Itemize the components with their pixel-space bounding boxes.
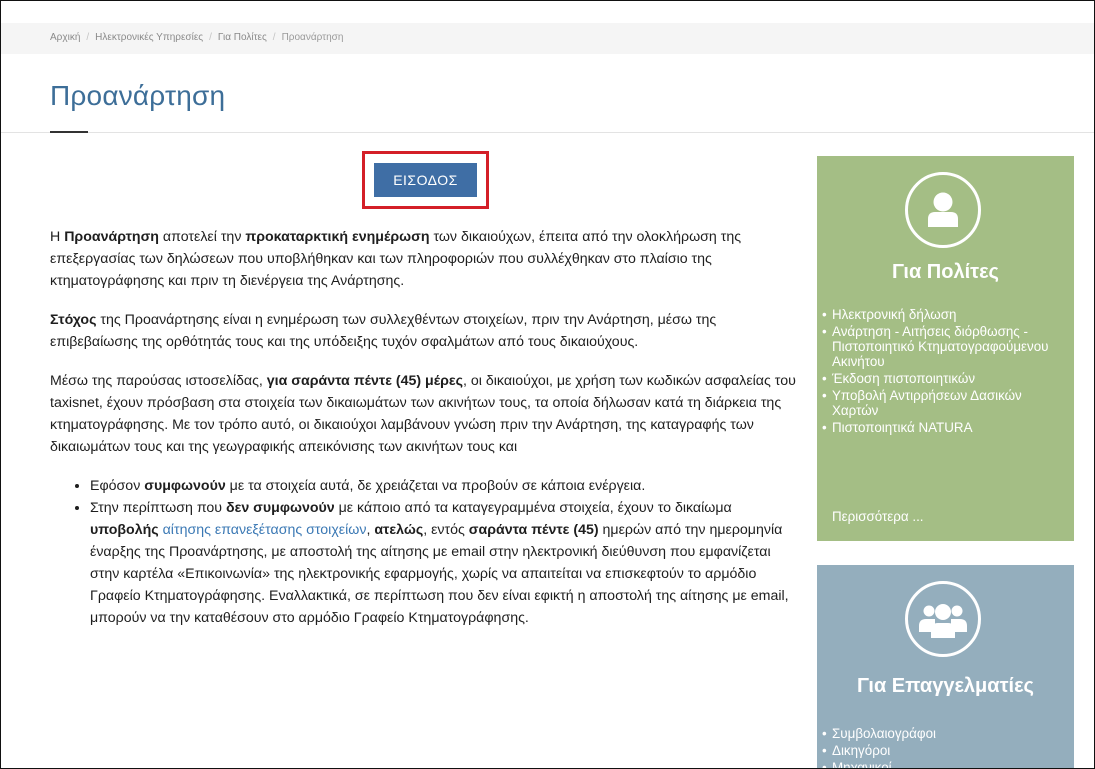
text: , εντός: [423, 522, 469, 538]
title-divider: [1, 132, 1094, 133]
bold-text: συμφωνούν: [144, 478, 226, 494]
citizens-link[interactable]: • Υποβολή Αντιρρήσεων Δασικών Χαρτών: [817, 388, 1067, 418]
link-label[interactable]: Συμβολαιογράφοι: [832, 726, 936, 741]
citizens-links: • Ηλεκτρονική δήλωση • Ανάρτηση - Αιτήσεις…: [817, 307, 1067, 437]
professionals-card-title[interactable]: Για Επαγγελματίες: [817, 675, 1074, 698]
bold-text: σαράντα πέντε (45): [468, 522, 599, 538]
review-request-link[interactable]: αίτησης επανεξέτασης στοιχείων: [163, 522, 367, 538]
bold-text: υποβολής: [90, 522, 159, 538]
citizens-card-title[interactable]: Για Πολίτες: [817, 261, 1074, 284]
breadcrumb-separator: /: [272, 32, 276, 43]
bold-text: Στόχος: [50, 312, 97, 328]
text: της Προανάρτησης είναι η ενημέρωση των σ…: [50, 312, 717, 350]
users-group-icon: [905, 581, 981, 657]
professionals-link[interactable]: • Συμβολαιογράφοι: [817, 726, 1067, 741]
citizens-more-link[interactable]: Περισσότερα ...: [832, 509, 924, 524]
link-label[interactable]: Μηχανικοί: [832, 760, 892, 768]
professionals-card: Για Επαγγελματίες • Συμβολαιογράφοι • Δικη…: [817, 565, 1074, 768]
link-label[interactable]: Υποβολή Αντιρρήσεων Δασικών Χαρτών: [832, 388, 1022, 418]
link-label[interactable]: Ηλεκτρονική δήλωση: [832, 307, 956, 322]
citizens-link[interactable]: • Έκδοση πιστοποιητικών: [817, 371, 1067, 386]
user-icon: [905, 172, 981, 248]
list-item: Εφόσον συμφωνούν με τα στοιχεία αυτά, δε…: [90, 475, 802, 497]
text: με τα στοιχεία αυτά, δε χρειάζεται να πρ…: [225, 478, 646, 494]
title-underline-accent: [50, 131, 88, 133]
login-highlight-frame: ΕΙΣΟΔΟΣ: [362, 151, 489, 209]
breadcrumb-separator: /: [86, 32, 90, 43]
citizens-link[interactable]: • Πιστοποιητικά NATURA: [817, 420, 1067, 435]
breadcrumb-current: Προανάρτηση: [281, 32, 344, 43]
citizens-link[interactable]: • Ηλεκτρονική δήλωση: [817, 307, 1067, 322]
link-label[interactable]: Ανάρτηση - Αιτήσεις διόρθωσης - Πιστοποι…: [832, 324, 1048, 369]
breadcrumb: Αρχική / Ηλεκτρονικές Υπηρεσίες / Για Πολίτε…: [50, 32, 343, 43]
bold-text: Προανάρτηση: [64, 229, 159, 245]
goal-paragraph: Στόχος της Προανάρτησης είναι η ενημέρωσ…: [50, 309, 802, 353]
bold-text: δεν συμφωνούν: [226, 500, 335, 516]
main-content: Η Προανάρτηση αποτελεί την προκαταρκτική…: [50, 226, 802, 629]
professionals-links: • Συμβολαιογράφοι • Δικηγόροι • Μηχανικοί: [817, 726, 1067, 768]
citizens-link[interactable]: • Ανάρτηση - Αιτήσεις διόρθωσης - Πιστοπο…: [817, 324, 1067, 369]
link-label[interactable]: Πιστοποιητικά NATURA: [832, 420, 973, 435]
conditions-list: Εφόσον συμφωνούν με τα στοιχεία αυτά, δε…: [50, 475, 802, 629]
text: Στην περίπτωση που: [90, 500, 226, 516]
breadcrumb-home[interactable]: Αρχική: [50, 32, 80, 43]
breadcrumb-separator: /: [209, 32, 212, 43]
text: με κάποιο από τα καταγεγραμμένα στοιχεία…: [334, 500, 732, 516]
text: Εφόσον: [90, 478, 145, 494]
list-item: Στην περίπτωση που δεν συμφωνούν με κάπο…: [90, 497, 802, 629]
bold-text: για σαράντα πέντε (45) μέρες: [266, 373, 464, 389]
access-paragraph: Μέσω της παρούσας ιστοσελίδας, για σαράν…: [50, 370, 802, 458]
text: Μέσω της παρούσας ιστοσελίδας,: [50, 373, 267, 389]
bold-text: προκαταρκτική ενημέρωση: [245, 229, 430, 245]
text: Η: [50, 229, 65, 245]
text: αποτελεί την: [158, 229, 246, 245]
login-button[interactable]: ΕΙΣΟΔΟΣ: [374, 163, 477, 197]
breadcrumb-citizens[interactable]: Για Πολίτες: [218, 32, 267, 43]
breadcrumb-e-services[interactable]: Ηλεκτρονικές Υπηρεσίες: [95, 32, 203, 43]
professionals-link[interactable]: • Δικηγόροι: [817, 743, 1067, 758]
intro-paragraph: Η Προανάρτηση αποτελεί την προκαταρκτική…: [50, 226, 802, 292]
link-label[interactable]: Έκδοση πιστοποιητικών: [832, 371, 975, 386]
bold-text: ατελώς: [374, 522, 424, 538]
breadcrumb-bar: Αρχική / Ηλεκτρονικές Υπηρεσίες / Για Πολίτε…: [1, 23, 1094, 54]
page-title: Προανάρτηση: [50, 80, 226, 111]
citizens-card: Για Πολίτες • Ηλεκτρονική δήλωση • Ανάρτησ…: [817, 156, 1074, 541]
page-frame: Αρχική / Ηλεκτρονικές Υπηρεσίες / Για Πολίτε…: [0, 0, 1095, 769]
link-label[interactable]: Δικηγόροι: [832, 743, 890, 758]
professionals-link[interactable]: • Μηχανικοί: [817, 760, 1067, 768]
